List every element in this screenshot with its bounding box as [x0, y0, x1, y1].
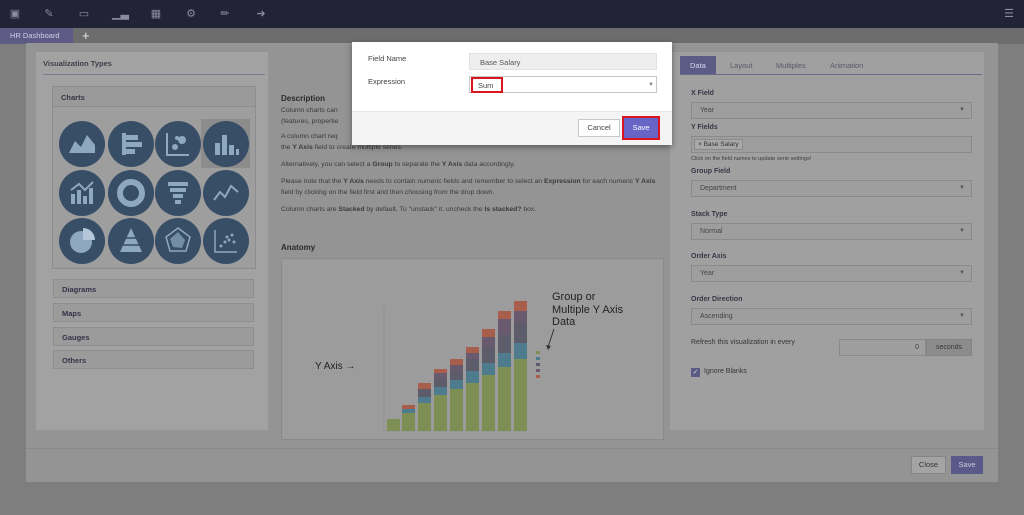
refresh-label: Refresh this visualization in every: [691, 339, 795, 346]
pie-chart-icon[interactable]: [59, 218, 105, 264]
tab-layout[interactable]: Layout: [730, 56, 753, 75]
anatomy-heading: Anatomy: [281, 243, 316, 252]
group-field-select[interactable]: Department ▼: [691, 180, 972, 197]
chevron-down-icon: ▼: [959, 270, 965, 276]
tab-animation[interactable]: Animation: [830, 56, 863, 75]
cancel-button[interactable]: Cancel: [578, 119, 620, 137]
grid-icon[interactable]: ▦: [149, 7, 163, 21]
anatomy-image: Y Axis → Group or Multiple Y Axis Data: [281, 258, 664, 440]
divider: [43, 74, 265, 75]
ignore-blanks-label: Ignore Blanks: [704, 368, 747, 375]
bubble-chart-icon[interactable]: [155, 121, 201, 167]
order-direction-label: Order Direction: [691, 296, 743, 303]
tab-hr-dashboard[interactable]: HR Dashboard: [0, 28, 73, 44]
y-field-chip-base-salary[interactable]: × Base Salary: [694, 139, 743, 150]
expression-label: Expression: [368, 77, 406, 86]
order-axis-label: Order Axis: [691, 253, 727, 260]
category-others[interactable]: Others: [53, 350, 254, 369]
save-icon[interactable]: ▣: [8, 7, 22, 21]
signout-icon[interactable]: ➜: [254, 7, 268, 21]
tab-multiples[interactable]: Multiples: [776, 56, 806, 75]
visualization-types-title: Visualization Types: [43, 59, 112, 68]
field-name-label: Field Name: [368, 54, 407, 63]
chevron-down-icon: ▼: [648, 82, 654, 88]
funnel-chart-icon[interactable]: [155, 170, 201, 216]
x-field-label: X Field: [691, 90, 714, 97]
category-diagrams[interactable]: Diagrams: [53, 279, 254, 298]
x-field-select[interactable]: Year ▼: [691, 102, 972, 119]
area-chart-icon[interactable]: [59, 121, 105, 167]
y-fields-hint: Click on the field names to update serie…: [691, 156, 812, 162]
chevron-down-icon: ▼: [959, 313, 965, 319]
horizontal-bar-chart-icon[interactable]: [108, 121, 154, 167]
save-button[interactable]: Save: [622, 116, 660, 140]
order-direction-select[interactable]: Ascending ▼: [691, 308, 972, 325]
stack-type-label: Stack Type: [691, 211, 728, 218]
chevron-down-icon: ▼: [959, 228, 965, 234]
close-button[interactable]: Close: [911, 456, 946, 474]
anatomy-group-label: Group or Multiple Y Axis Data: [552, 291, 624, 329]
group-field-label: Group Field: [691, 168, 731, 175]
refresh-interval-input[interactable]: 0: [839, 339, 926, 356]
category-gauges[interactable]: Gauges: [53, 327, 254, 346]
description-p4: Please note that the Y Axis needs to con…: [281, 178, 656, 196]
top-toolbar: ▣ ✎ ▭ ▁▃ ▦ ⚙ ✏ ➜ ☰: [0, 0, 1024, 28]
tab-divider: [680, 74, 982, 75]
category-maps[interactable]: Maps: [53, 303, 254, 322]
trash-icon[interactable]: ▭: [77, 7, 91, 21]
charts-heading[interactable]: Charts: [53, 87, 255, 107]
brush-icon[interactable]: ✏: [218, 7, 232, 21]
refresh-unit-addon: seconds: [926, 339, 972, 356]
tab-data[interactable]: Data: [680, 56, 716, 75]
pyramid-chart-icon[interactable]: [108, 218, 154, 264]
order-axis-select[interactable]: Year ▼: [691, 265, 972, 282]
footer-divider: [26, 448, 998, 449]
description-p5: Column charts are Stacked by default. To…: [281, 206, 537, 214]
scatter-chart-icon[interactable]: [203, 218, 249, 264]
ignore-blanks-checkbox[interactable]: ✓: [691, 368, 700, 377]
y-fields-label: Y Fields: [691, 124, 718, 131]
radar-chart-icon[interactable]: [155, 218, 201, 264]
combo-chart-icon[interactable]: [59, 170, 105, 216]
chevron-down-icon: ▼: [959, 107, 965, 113]
donut-chart-icon[interactable]: [108, 170, 154, 216]
column-chart-icon[interactable]: [203, 121, 249, 167]
menu-icon[interactable]: ☰: [1002, 7, 1016, 21]
add-tab-button[interactable]: +: [82, 29, 90, 42]
line-chart-icon[interactable]: [203, 170, 249, 216]
chevron-down-icon: ▼: [959, 185, 965, 191]
gear-icon[interactable]: ⚙: [184, 7, 198, 21]
stack-type-select[interactable]: Normal ▼: [691, 223, 972, 240]
save-visualization-button[interactable]: Save: [951, 456, 983, 474]
edit-icon[interactable]: ✎: [42, 7, 56, 21]
anatomy-y-axis-label: Y Axis →: [315, 361, 356, 372]
field-name-input[interactable]: Base Salary: [469, 53, 657, 70]
bar-chart-icon[interactable]: ▁▃: [112, 7, 129, 21]
description-p3: Alternatively, you can select a Group to…: [281, 160, 516, 168]
expression-selected-value[interactable]: Sum: [471, 77, 503, 93]
